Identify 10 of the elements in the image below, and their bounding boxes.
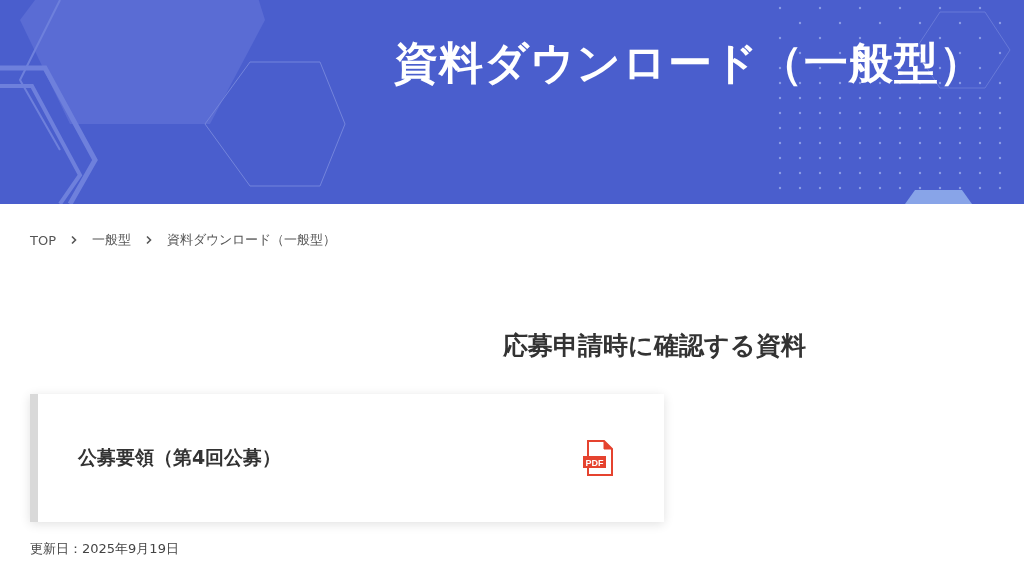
breadcrumb-link[interactable]: TOP <box>30 232 56 248</box>
document-title: 公募要領（第4回公募） <box>78 445 282 470</box>
updated-date: 更新日：2025年9月19日 <box>30 540 180 558</box>
chevron-icon <box>70 235 78 245</box>
chevron-icon <box>145 235 153 245</box>
page-title: 資料ダウンロード（一般型） <box>394 36 984 90</box>
breadcrumb-link[interactable]: 一般型 <box>92 231 131 249</box>
current-page-label: 資料ダウンロード（一般型） <box>167 231 336 249</box>
section-heading: 応募申請時に確認する資料 <box>503 330 807 362</box>
document-card[interactable]: 公募要領（第4回公募） PDF <box>30 394 664 522</box>
